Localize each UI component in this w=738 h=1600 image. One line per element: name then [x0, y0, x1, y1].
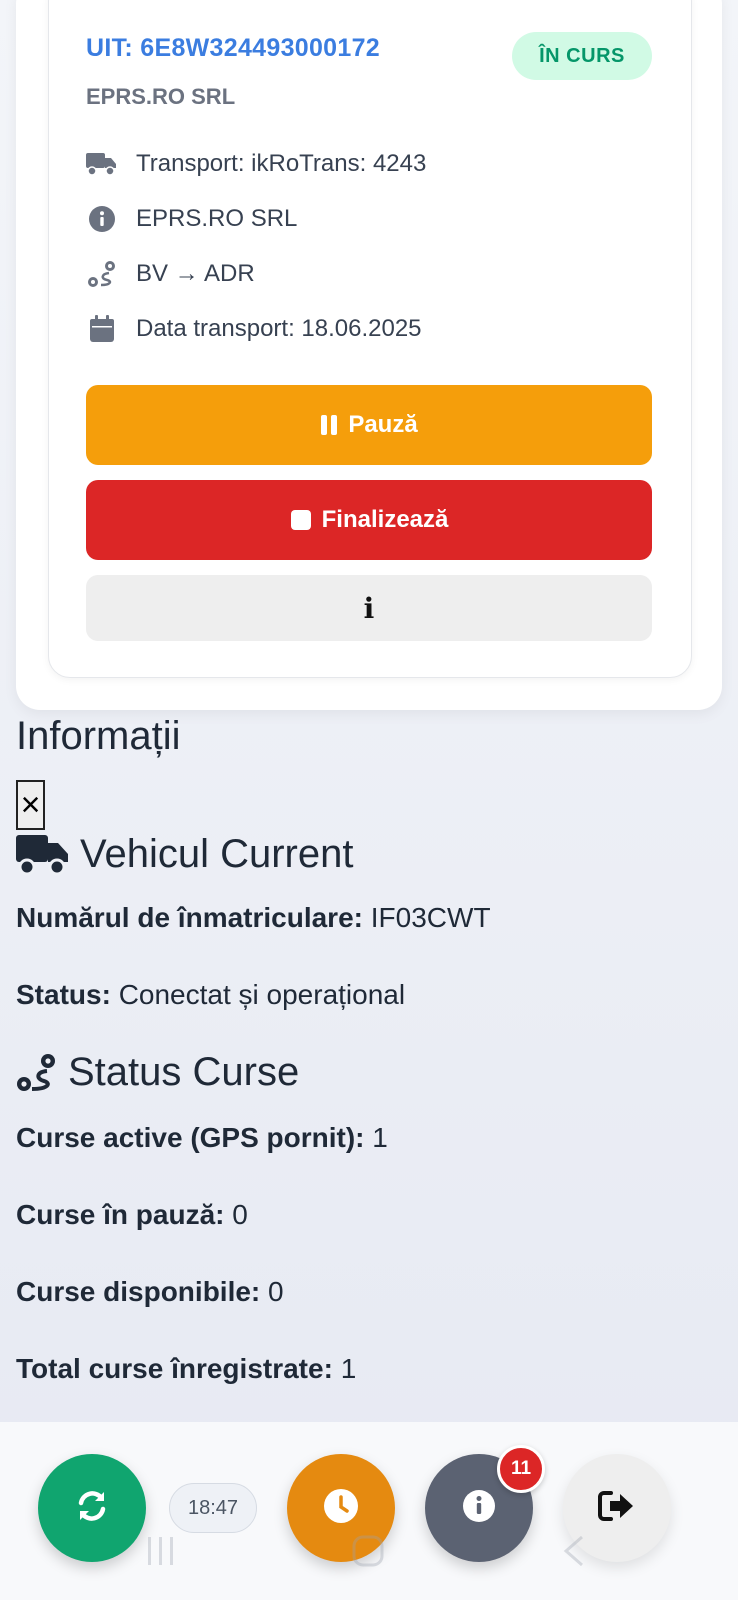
plate-value: IF03CWT — [370, 902, 491, 933]
finish-button[interactable]: Finalizează — [86, 480, 652, 560]
paused-courses-value: 0 — [232, 1199, 248, 1230]
available-courses-label: Curse disponibile: — [16, 1276, 261, 1307]
vehicle-status-value: Conectat și operațional — [118, 979, 406, 1010]
active-courses-line: Curse active (GPS pornit): 1 — [16, 1122, 388, 1154]
info-heading: Informații — [16, 714, 181, 758]
refresh-icon — [74, 1488, 110, 1529]
active-courses-label: Curse active (GPS pornit): — [16, 1122, 365, 1153]
pause-icon — [320, 414, 338, 436]
clock-icon — [323, 1488, 359, 1529]
active-courses-value: 1 — [372, 1122, 388, 1153]
pause-button[interactable]: Pauză — [86, 385, 652, 465]
detail-date: Data transport: 18.06.2025 — [86, 312, 422, 346]
info-button-label: i — [363, 591, 375, 625]
pause-label: Pauză — [348, 411, 418, 438]
recent-apps-icon[interactable] — [145, 1535, 177, 1572]
paused-courses-label: Curse în pauză: — [16, 1199, 225, 1230]
route-label: BV → ADR — [136, 260, 255, 287]
info-icon — [462, 1489, 496, 1528]
detail-route: BV → ADR — [86, 257, 255, 291]
status-badge: ÎN CURS — [512, 32, 652, 80]
total-courses-label: Total curse înregistrate: — [16, 1353, 333, 1384]
transport-date: Data transport: 18.06.2025 — [136, 315, 422, 342]
notification-badge: 11 — [497, 1445, 545, 1493]
vehicle-status-label: Status: — [16, 979, 111, 1010]
uit-code: UIT: 6E8W324493000172 — [86, 34, 380, 62]
time-pill: 18:47 — [169, 1483, 257, 1533]
info-button[interactable]: i — [86, 575, 652, 641]
refresh-button[interactable] — [38, 1454, 146, 1562]
vehicle-title: Vehicul Current — [80, 832, 354, 876]
total-courses-value: 1 — [340, 1353, 357, 1384]
back-icon[interactable] — [562, 1535, 586, 1572]
total-courses-line: Total curse înregistrate: 1 — [16, 1353, 356, 1385]
available-courses-value: 0 — [268, 1276, 284, 1307]
route-icon — [16, 1053, 58, 1093]
paused-courses-line: Curse în pauză: 0 — [16, 1199, 248, 1231]
plate-label: Numărul de înmatriculare: — [16, 902, 363, 933]
truck-icon — [16, 833, 70, 877]
route-icon — [86, 258, 118, 290]
courses-section-title: Status Curse — [16, 1050, 299, 1095]
calendar-icon — [86, 313, 118, 345]
detail-transport: Transport: ikRoTrans: 4243 — [86, 147, 426, 181]
transport-label: Transport: ikRoTrans: 4243 — [136, 150, 427, 177]
plate-line: Numărul de înmatriculare: IF03CWT — [16, 902, 491, 934]
close-button[interactable]: × — [16, 780, 45, 830]
stop-icon — [290, 509, 312, 531]
available-courses-line: Curse disponibile: 0 — [16, 1276, 284, 1308]
info-circle-icon — [86, 203, 118, 235]
courses-title: Status Curse — [68, 1050, 300, 1094]
home-icon[interactable] — [352, 1535, 384, 1572]
company-detail: EPRS.RO SRL — [136, 205, 298, 232]
finish-label: Finalizează — [321, 506, 449, 533]
detail-company: EPRS.RO SRL — [86, 202, 297, 236]
vehicle-status-line: Status: Conectat și operațional — [16, 979, 405, 1011]
truck-icon — [86, 148, 118, 180]
logout-icon — [598, 1490, 636, 1527]
company-name: EPRS.RO SRL — [86, 84, 236, 109]
vehicle-section-title: Vehicul Current — [16, 832, 353, 877]
